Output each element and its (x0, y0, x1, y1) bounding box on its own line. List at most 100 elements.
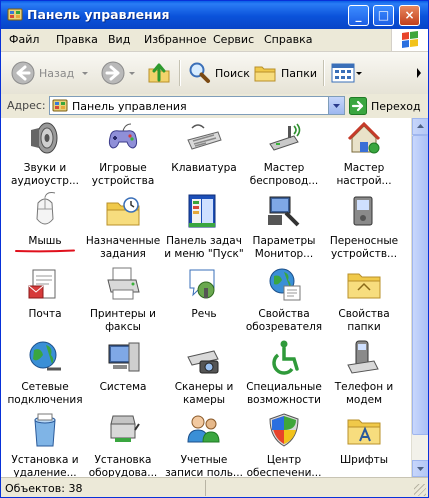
forward-history-dropdown[interactable] (128, 60, 136, 86)
item-label: Установка и удаление... (11, 454, 79, 477)
item-speech[interactable]: Речь (164, 264, 244, 321)
item-monitor-options[interactable]: Параметры Монитор... (244, 191, 324, 261)
taskbar-icon (188, 194, 216, 228)
title-bar[interactable]: Панель управления _ □ × (1, 1, 428, 29)
address-dropdown-button[interactable] (328, 97, 344, 114)
vertical-scrollbar[interactable] (411, 118, 428, 477)
item-phone-modem[interactable]: Телефон и модем (324, 337, 404, 407)
item-network-connections[interactable]: Сетевые подключения (5, 337, 85, 407)
scroll-up-button[interactable] (412, 118, 428, 135)
back-button[interactable]: Назад (11, 60, 74, 86)
item-scanners-cameras[interactable]: Сканеры и камеры (164, 337, 244, 407)
item-label: Сканеры и камеры (174, 381, 234, 406)
explorer-window: Панель управления _ □ × Файл Правка Вид … (0, 0, 429, 498)
speaker-icon (31, 122, 58, 154)
add-hardware-icon (110, 415, 140, 442)
address-value: Панель управления (72, 100, 187, 113)
search-button[interactable]: Поиск (187, 60, 250, 86)
item-add-remove-programs[interactable]: Установка и удаление... (5, 410, 85, 477)
menu-favorites[interactable]: Избранное (144, 33, 206, 46)
resize-grip[interactable] (414, 484, 426, 496)
toolbar-separator (179, 60, 181, 86)
gamepad-icon (108, 123, 138, 149)
views-grid-icon (331, 63, 355, 83)
item-accessibility[interactable]: Специальные возможности (244, 337, 324, 407)
scroll-down-button[interactable] (412, 460, 428, 477)
item-label: Специальные возможности (246, 381, 322, 406)
back-history-dropdown[interactable] (81, 60, 89, 86)
item-mouse[interactable]: Мышь (5, 191, 85, 253)
toolbar-overflow-icon[interactable] (415, 66, 423, 80)
minimize-icon: _ (355, 8, 362, 22)
item-label: Установка оборудова... (88, 454, 158, 477)
status-bar: Объектов: 38 (1, 477, 428, 497)
views-button[interactable] (331, 60, 363, 86)
menu-file[interactable]: Файл (9, 33, 39, 46)
chevron-down-icon (129, 72, 135, 75)
item-label: Мышь (28, 235, 62, 247)
user-accounts-icon (187, 415, 220, 443)
folder-up-icon (148, 63, 170, 83)
menu-edit[interactable]: Правка (56, 33, 98, 46)
address-bar: Адрес: Панель управления Переход (1, 94, 428, 119)
window-title: Панель управления (27, 7, 170, 22)
item-label: Речь (191, 308, 217, 320)
back-label: Назад (39, 66, 75, 80)
folder-options-icon (347, 273, 381, 299)
mouse-icon (36, 192, 56, 225)
item-game-controllers[interactable]: Игровые устройства (83, 118, 163, 188)
item-portable-devices[interactable]: Переносные устройств... (324, 191, 404, 261)
minimize-button[interactable]: _ (348, 5, 369, 26)
up-button[interactable] (147, 60, 171, 86)
item-scheduled-tasks[interactable]: Назначенные задания (83, 191, 163, 261)
menu-view[interactable]: Вид (108, 33, 130, 46)
item-taskbar-start-menu[interactable]: Панель задач и меню "Пуск" (164, 191, 244, 261)
item-label: Свойства папки (338, 308, 390, 333)
item-keyboard[interactable]: Клавиатура (164, 118, 244, 175)
folders-icon (254, 66, 276, 82)
close-button[interactable]: × (399, 5, 420, 26)
forward-button[interactable] (101, 60, 125, 86)
item-system[interactable]: Система (83, 337, 163, 394)
toolbar: Назад Поиск Папки (1, 52, 428, 95)
folders-label: Папки (281, 66, 317, 80)
wireless-wizard-icon (269, 123, 301, 151)
add-remove-programs-icon (34, 413, 56, 447)
menu-help[interactable]: Справка (264, 33, 312, 46)
address-label: Адрес: (7, 99, 46, 112)
item-label: Шрифты (339, 454, 389, 466)
item-fonts[interactable]: Шрифты (324, 410, 404, 467)
item-network-wizard[interactable]: Мастер настрой... (324, 118, 404, 188)
item-label: Сетевые подключения (7, 381, 83, 406)
item-internet-options[interactable]: Свойства обозревателя (244, 264, 324, 334)
item-label: Панель задач и меню "Пуск" (164, 235, 244, 260)
control-panel-items: Звуки и аудиоустр... Игровые устройства Кл… (1, 118, 411, 477)
control-panel-icon (7, 8, 23, 21)
item-folder-options[interactable]: Свойства папки (324, 264, 404, 334)
printer-icon (107, 267, 140, 300)
status-divider (205, 480, 206, 496)
search-icon (189, 62, 210, 83)
menu-bar: Файл Правка Вид Избранное Сервис Справка (1, 29, 428, 52)
item-add-hardware[interactable]: Установка оборудова... (83, 410, 163, 477)
item-mail[interactable]: Почта (5, 264, 85, 321)
go-button[interactable]: Переход (349, 97, 421, 115)
item-printers-faxes[interactable]: Принтеры и факсы (83, 264, 163, 334)
item-sounds[interactable]: Звуки и аудиоустр... (5, 118, 85, 188)
item-security-center[interactable]: Центр обеспечени... (244, 410, 324, 477)
chevron-down-icon (82, 72, 88, 75)
item-wireless-wizard[interactable]: Мастер беспровод... (244, 118, 324, 188)
internet-options-icon (269, 268, 301, 301)
folders-button[interactable]: Папки (253, 60, 317, 86)
windows-logo (391, 29, 428, 51)
menu-tools[interactable]: Сервис (213, 33, 254, 46)
speech-icon (189, 269, 215, 299)
address-input[interactable]: Панель управления (49, 96, 345, 115)
item-user-accounts[interactable]: Учетные записи поль... (164, 410, 244, 477)
go-label: Переход (371, 99, 421, 113)
scroll-thumb[interactable] (412, 135, 428, 435)
maximize-button[interactable]: □ (373, 5, 394, 26)
portable-devices-icon (353, 196, 373, 226)
go-arrow-icon (349, 97, 367, 115)
item-label: Переносные устройств... (329, 235, 399, 260)
